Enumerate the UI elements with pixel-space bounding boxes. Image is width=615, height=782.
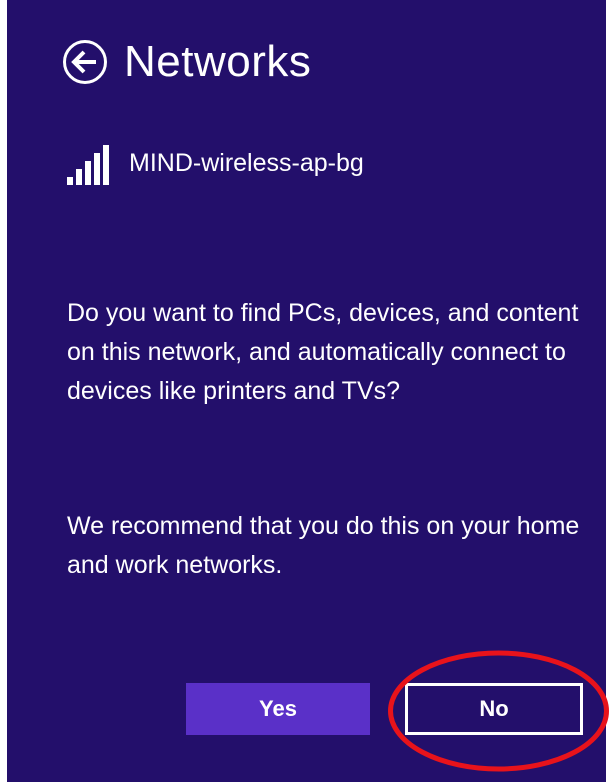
network-item: MIND-wireless-ap-bg	[67, 143, 364, 187]
networks-panel: Networks MIND-wireless-ap-bg Do you want…	[7, 0, 606, 782]
yes-button[interactable]: Yes	[186, 683, 370, 735]
wifi-signal-icon	[67, 145, 109, 185]
recommendation-text: We recommend that you do this on your ho…	[67, 512, 580, 579]
sharing-question: Do you want to find PCs, devices, and co…	[67, 299, 579, 405]
back-arrow-icon[interactable]	[62, 39, 108, 85]
network-name: MIND-wireless-ap-bg	[129, 149, 364, 177]
panel-header: Networks	[62, 30, 311, 94]
page-title: Networks	[124, 37, 312, 86]
no-button[interactable]: No	[405, 683, 583, 735]
